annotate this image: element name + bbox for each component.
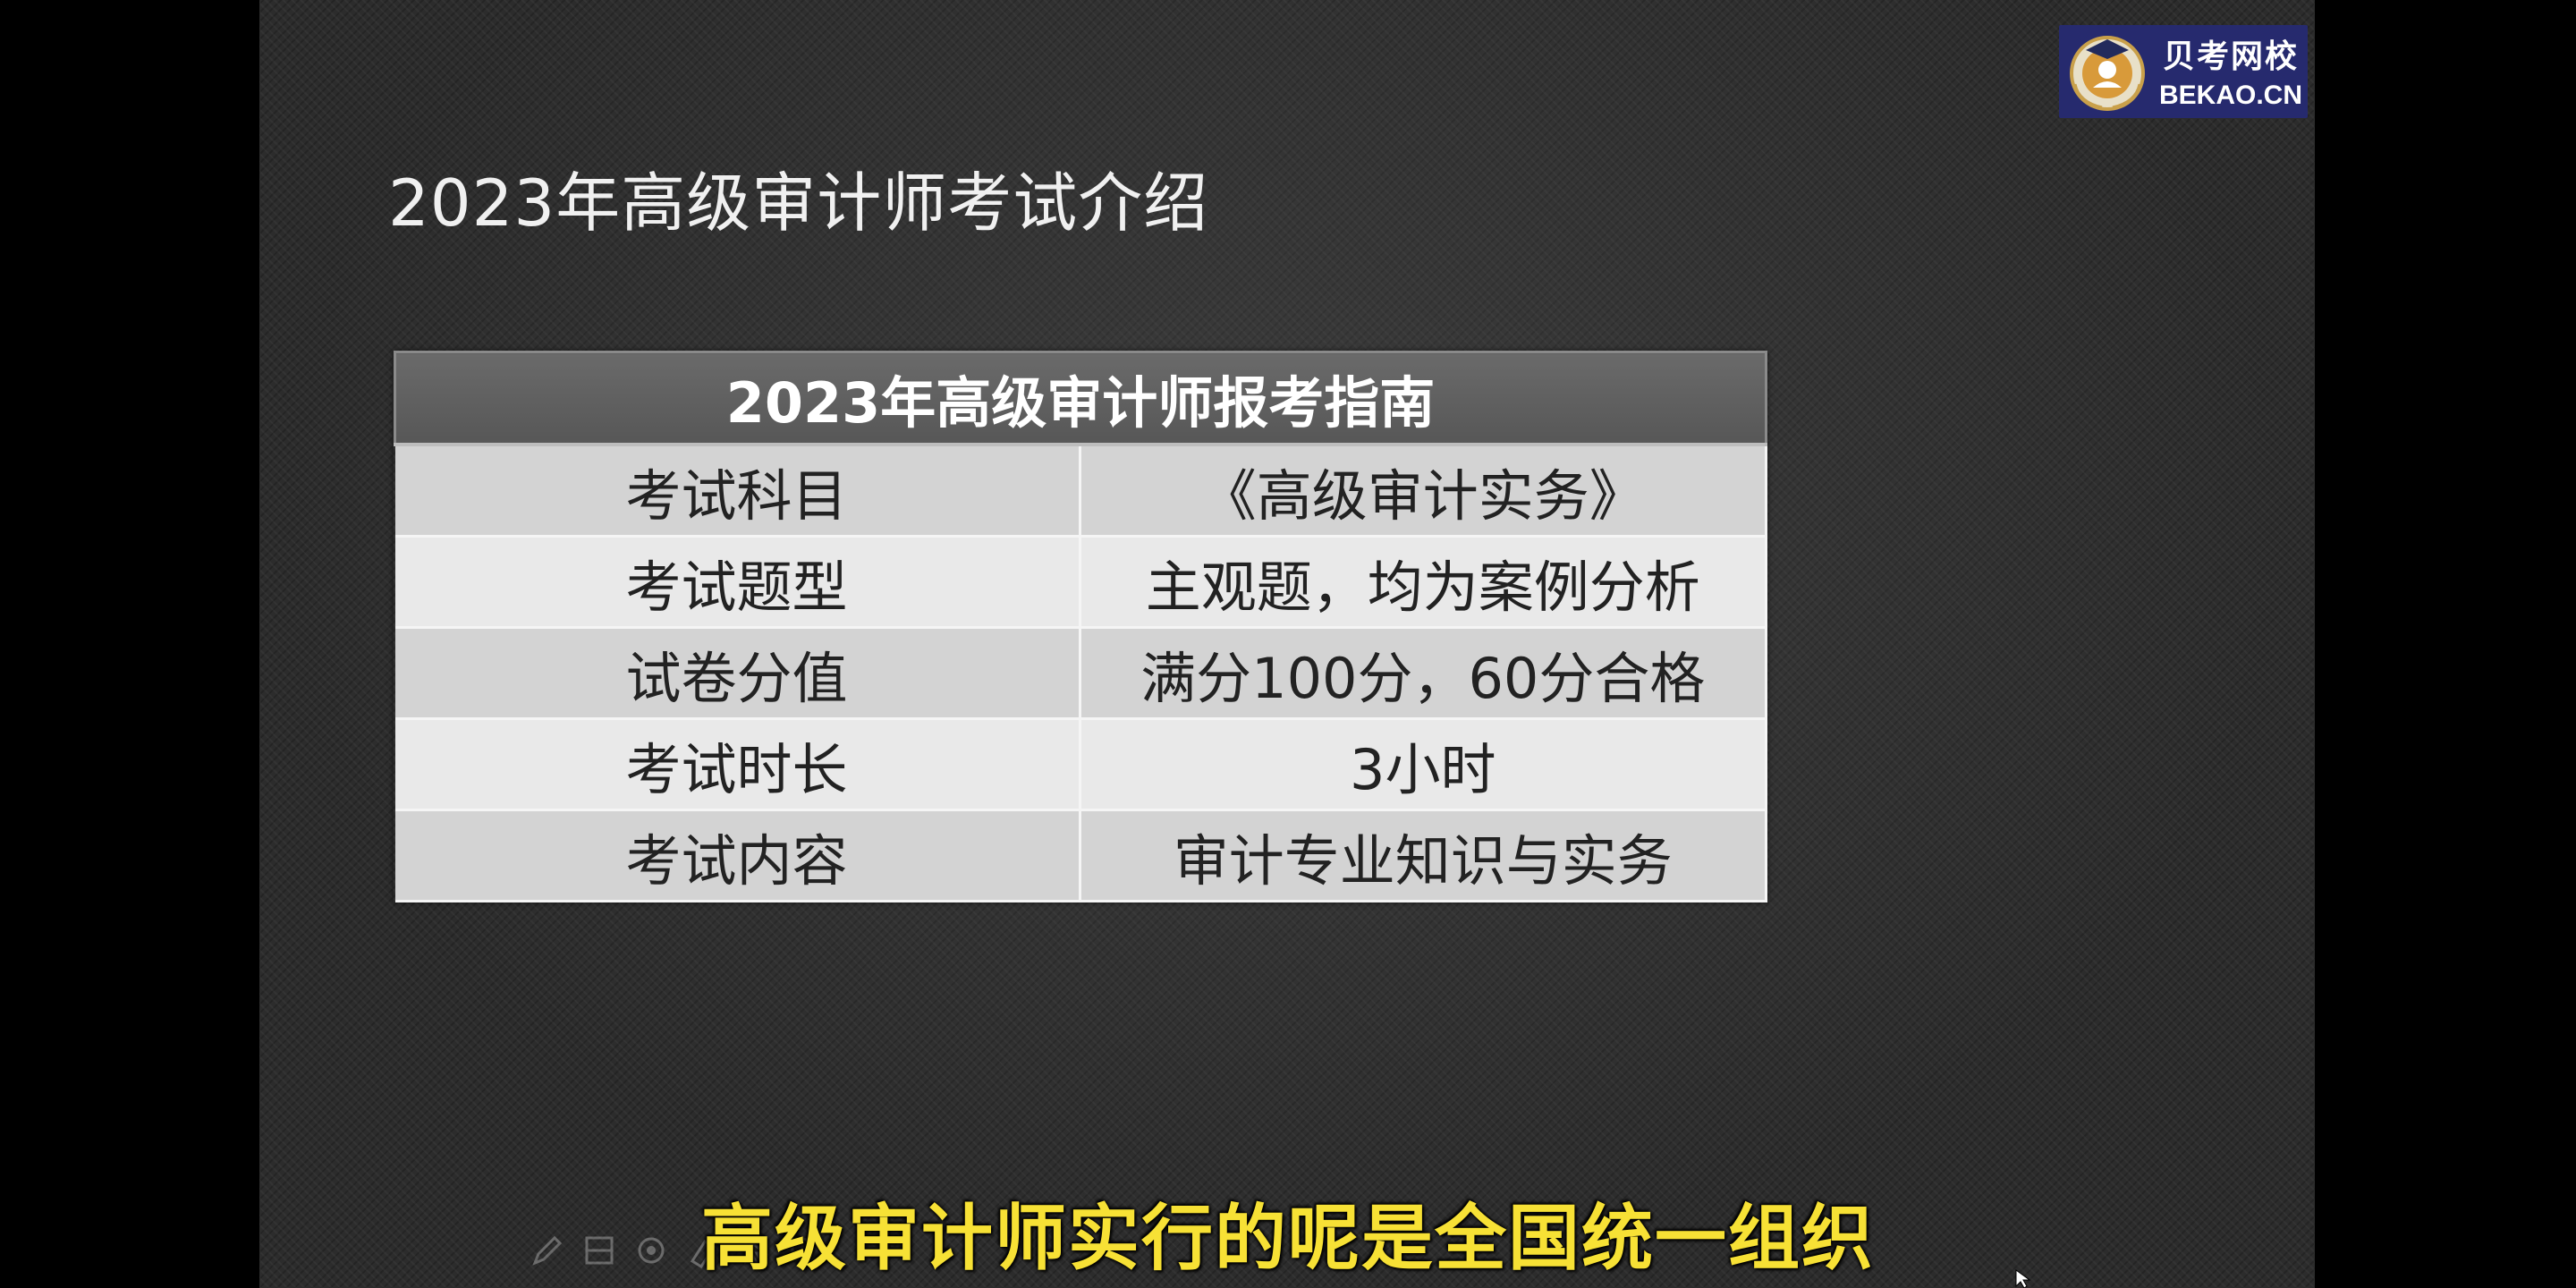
table-header: 2023年高级审计师报考指南 xyxy=(394,351,1767,446)
table-header-row: 2023年高级审计师报考指南 xyxy=(394,351,1767,446)
slide-title: 2023年高级审计师考试介绍 xyxy=(388,165,1209,241)
row-label: 考试内容 xyxy=(394,809,1081,902)
row-label: 试卷分值 xyxy=(394,627,1081,720)
mouse-cursor-icon xyxy=(2015,1269,2031,1288)
video-subtitle: 高级审计师实行的呢是全国统一组织 xyxy=(701,1197,1875,1280)
row-value: 3小时 xyxy=(1080,718,1767,811)
row-label: 考试时长 xyxy=(394,718,1081,811)
table-row: 考试科目 《高级审计实务》 xyxy=(394,445,1767,538)
row-label: 考试题型 xyxy=(394,536,1081,629)
video-frame: 2023年高级审计师考试介绍 2023年高级审计师报考指南 考试科目 《高级审计… xyxy=(0,0,2576,1288)
table-row: 考试时长 3小时 xyxy=(394,718,1767,811)
exam-guide-table: 2023年高级审计师报考指南 考试科目 《高级审计实务》 考试题型 主观题，均为… xyxy=(394,351,1767,902)
row-label: 考试科目 xyxy=(394,445,1081,538)
table-row: 考试题型 主观题，均为案例分析 xyxy=(394,536,1767,629)
logo-name-en: BEKAO.CN xyxy=(2159,80,2303,110)
table-row: 试卷分值 满分100分，60分合格 xyxy=(394,627,1767,720)
logo-name-cn: 贝考网校 xyxy=(2163,38,2300,75)
row-value: 《高级审计实务》 xyxy=(1080,445,1767,538)
row-value: 审计专业知识与实务 xyxy=(1080,809,1767,902)
table-row: 考试内容 审计专业知识与实务 xyxy=(394,809,1767,902)
bekao-logo: 贝考网校 BEKAO.CN xyxy=(2059,25,2308,118)
school-emblem-icon xyxy=(2070,36,2145,111)
row-value: 主观题，均为案例分析 xyxy=(1080,536,1767,629)
row-value: 满分100分，60分合格 xyxy=(1080,627,1767,720)
presentation-slide: 2023年高级审计师考试介绍 2023年高级审计师报考指南 考试科目 《高级审计… xyxy=(259,0,2315,1288)
